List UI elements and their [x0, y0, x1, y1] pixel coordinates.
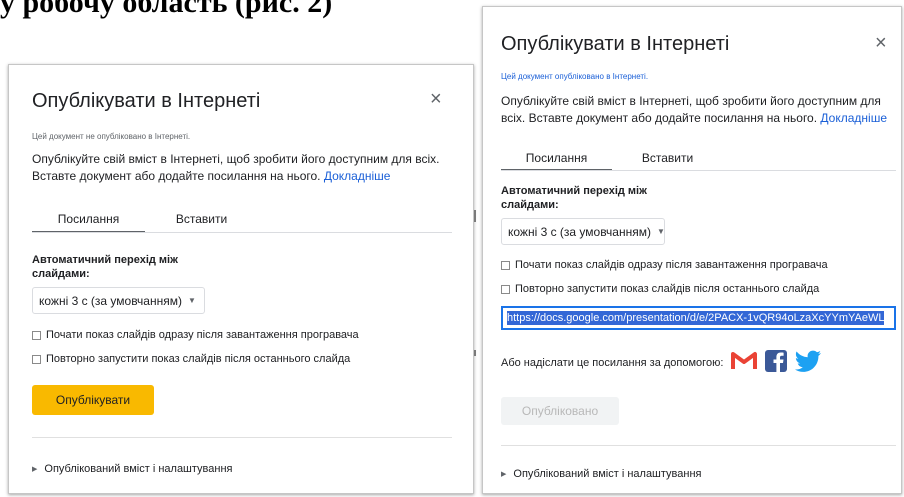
- tab-embed[interactable]: Вставити: [145, 209, 258, 233]
- start-on-load-option[interactable]: Почати показ слайдів одразу після завант…: [32, 329, 359, 341]
- start-on-load-label: Почати показ слайдів одразу після завант…: [46, 329, 359, 341]
- publish-dialog-published: Опублікувати в Інтернеті × Цей документ …: [482, 6, 902, 494]
- publish-description: Опублікуйте свій вміст в Інтернеті, щоб …: [32, 151, 457, 185]
- chevron-down-icon: ▼: [656, 227, 665, 236]
- restart-option[interactable]: Повторно запустити показ слайдів після о…: [32, 353, 350, 365]
- restart-checkbox[interactable]: [32, 354, 41, 364]
- published-button: Опубліковано: [501, 397, 619, 425]
- start-on-load-checkbox[interactable]: [32, 330, 41, 340]
- expander-label: Опублікований вміст і налаштування: [44, 463, 233, 475]
- restart-option[interactable]: Повторно запустити показ слайдів після о…: [501, 283, 819, 295]
- chevron-down-icon: ▼: [187, 296, 196, 305]
- share-label: Або надіслати це посилання за допомогою:: [501, 356, 724, 369]
- background-edge-mark: [474, 350, 476, 356]
- section-divider: [501, 445, 896, 446]
- tab-embed[interactable]: Вставити: [612, 149, 723, 171]
- published-url-text: https://docs.google.com/presentation/d/e…: [507, 311, 885, 325]
- auto-advance-label: Автоматичний перехід між слайдами:: [32, 254, 178, 280]
- tabs-divider: [32, 232, 452, 233]
- share-row: Або надіслати це посилання за допомогою:: [501, 350, 822, 375]
- start-on-load-option[interactable]: Почати показ слайдів одразу після завант…: [501, 259, 828, 271]
- auto-advance-value: кожні 3 с (за умовчанням): [508, 224, 651, 239]
- tabs-divider: [501, 170, 896, 171]
- start-on-load-label: Почати показ слайдів одразу після завант…: [515, 259, 828, 271]
- facebook-icon[interactable]: [765, 350, 788, 375]
- published-content-expander[interactable]: ▶ Опублікований вміст і налаштування: [501, 468, 702, 480]
- published-content-expander[interactable]: ▶ Опублікований вміст і налаштування: [32, 463, 233, 475]
- section-divider: [32, 437, 452, 438]
- twitter-icon[interactable]: [795, 350, 822, 375]
- published-url-field[interactable]: https://docs.google.com/presentation/d/e…: [501, 306, 896, 330]
- auto-advance-value: кожні 3 с (за умовчанням): [39, 293, 182, 308]
- triangle-right-icon: ▶: [501, 471, 507, 478]
- triangle-right-icon: ▶: [32, 466, 38, 473]
- tab-link[interactable]: Посилання: [501, 149, 612, 171]
- publish-button[interactable]: Опублікувати: [32, 385, 154, 415]
- publish-dialog-unpublished: Опублікувати в Інтернеті × Цей документ …: [8, 64, 474, 494]
- tab-link[interactable]: Посилання: [32, 209, 145, 233]
- expander-label: Опублікований вміст і налаштування: [513, 468, 702, 480]
- auto-advance-select[interactable]: кожні 3 с (за умовчанням) ▼: [501, 218, 665, 245]
- dialog-title: Опублікувати в Інтернеті: [501, 33, 730, 55]
- publish-status: Цей документ опубліковано в Інтернеті.: [501, 72, 649, 81]
- start-on-load-checkbox[interactable]: [501, 260, 510, 270]
- auto-advance-select[interactable]: кожні 3 с (за умовчанням) ▼: [32, 287, 205, 314]
- learn-more-link[interactable]: Докладніше: [820, 111, 887, 125]
- background-edge-mark: [474, 210, 476, 222]
- publish-description: Опублікуйте свій вміст в Інтернеті, щоб …: [501, 93, 896, 127]
- close-icon[interactable]: ×: [875, 33, 887, 53]
- publish-status: Цей документ не опубліковано в Інтернеті…: [32, 132, 191, 141]
- restart-label: Повторно запустити показ слайдів після о…: [515, 283, 820, 295]
- close-icon[interactable]: ×: [430, 89, 442, 109]
- gmail-icon[interactable]: [731, 351, 758, 374]
- dialog-title: Опублікувати в Інтернеті: [32, 90, 261, 112]
- auto-advance-label: Автоматичний перехід між слайдами:: [501, 185, 647, 211]
- restart-checkbox[interactable]: [501, 284, 510, 294]
- learn-more-link[interactable]: Докладніше: [324, 169, 391, 183]
- caption-text: у робочу область (рис. 2): [0, 0, 333, 19]
- restart-label: Повторно запустити показ слайдів після о…: [46, 353, 351, 365]
